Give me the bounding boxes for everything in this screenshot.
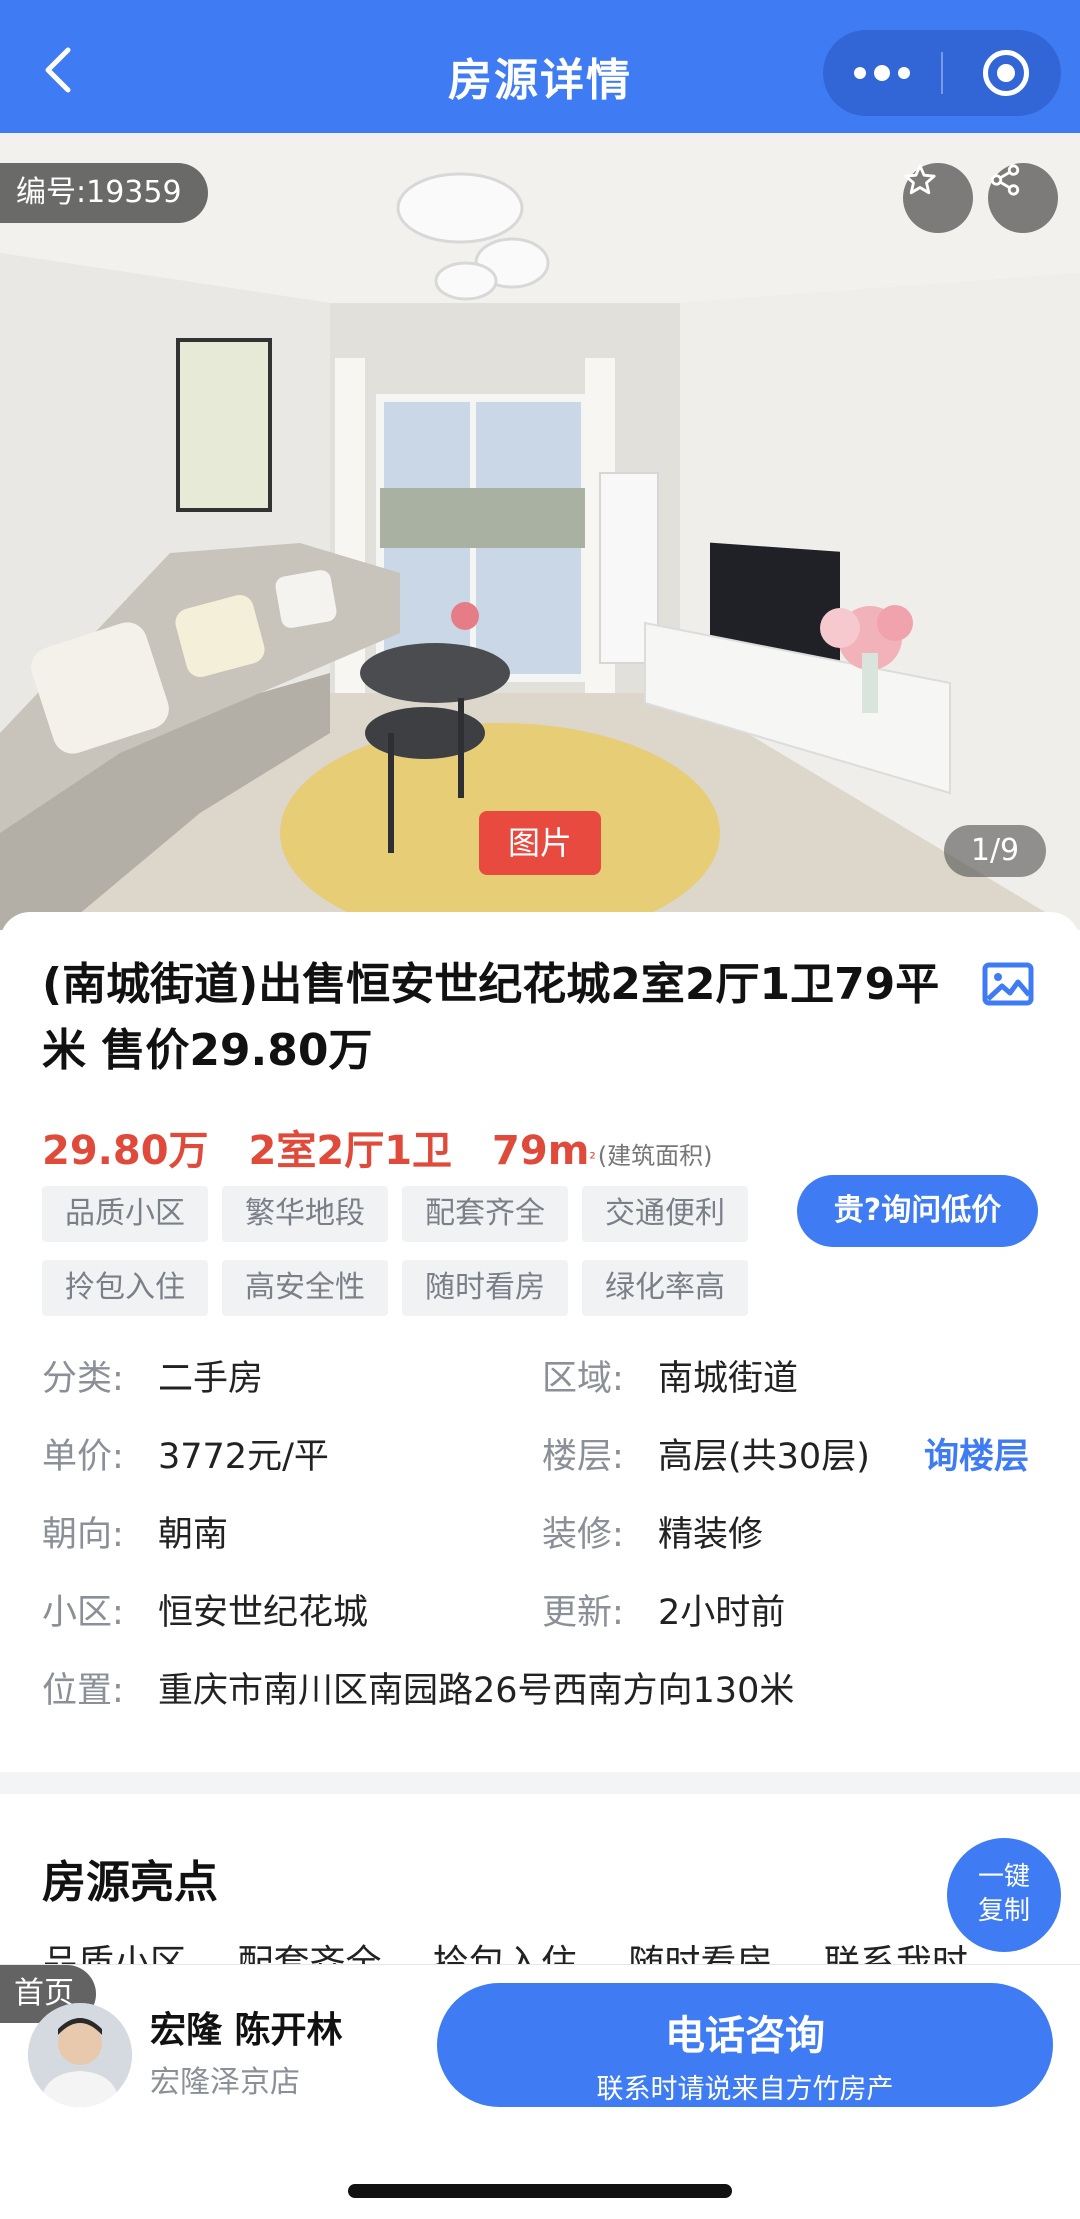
share-button[interactable] [988, 163, 1058, 233]
contact-bar: 首页 宏隆 陈开林 宏隆泽京店 电话咨询 联系时请说来自方竹房产 [0, 1964, 1080, 2219]
one-click-copy-button[interactable]: 一键复制 [947, 1838, 1061, 1952]
agent-avatar[interactable] [28, 2003, 132, 2107]
area-note: (建筑面积) [597, 1142, 713, 1170]
detail-row: 小区: 恒安世纪花城 更新: 2小时前 [42, 1588, 1042, 1666]
feature-tag: 品质小区 [42, 1186, 208, 1242]
capsule-divider [941, 52, 943, 94]
listing-photo[interactable]: 编号:19359 图片 1/9 [0, 133, 1080, 930]
nav-bar: 房源详情 [0, 0, 1080, 133]
updated-label: 更新: [542, 1593, 624, 1633]
location-value: 重庆市南川区南园路26号西南方向130米 [158, 1671, 795, 1711]
image-gallery-icon[interactable] [982, 962, 1034, 1006]
detail-row: 单价: 3772元/平 楼层: 高层(共30层) 询楼层 [42, 1432, 1042, 1510]
listing-id-badge: 编号:19359 [0, 163, 208, 223]
total-price: 29.80万 [42, 1128, 209, 1174]
updated-value: 2小时前 [658, 1593, 786, 1633]
feature-tag: 配套齐全 [402, 1186, 568, 1242]
unit-price-label: 单价: [42, 1437, 124, 1477]
highlight-item: 品质小区 [42, 1943, 187, 1964]
decoration-value: 精装修 [658, 1515, 764, 1555]
region-value: 南城街道 [658, 1359, 799, 1399]
community-value: 恒安世纪花城 [158, 1593, 369, 1633]
category-value: 二手房 [158, 1359, 264, 1399]
region-label: 区域: [542, 1359, 624, 1399]
feature-tags: 品质小区 繁华地段 配套齐全 交通便利 拎包入住 高安全性 随时看房 绿化率高 [42, 1186, 762, 1316]
feature-tag: 繁华地段 [222, 1186, 388, 1242]
feature-tag: 绿化率高 [582, 1260, 748, 1316]
close-program-button[interactable] [983, 50, 1029, 96]
decoration-label: 装修: [542, 1515, 624, 1555]
phone-consult-button[interactable]: 电话咨询 联系时请说来自方竹房产 [437, 1983, 1053, 2107]
floor-value: 高层(共30层) [658, 1437, 870, 1477]
feature-tag: 拎包入住 [42, 1260, 208, 1316]
feature-tag: 随时看房 [402, 1260, 568, 1316]
call-button-note: 联系时请说来自方竹房产 [596, 2074, 894, 2105]
share-icon [990, 164, 1020, 196]
home-indicator [348, 2184, 732, 2198]
floor-label: 楼层: [542, 1437, 624, 1477]
agent-store: 宏隆泽京店 [150, 2065, 300, 2100]
detail-row: 朝向: 朝南 装修: 精装修 [42, 1510, 1042, 1588]
person-avatar-icon [28, 2003, 132, 2107]
price-summary: 29.80万 2室2厅1卫 79m ² (建筑面积) [42, 1118, 713, 1174]
feature-tag: 高安全性 [222, 1260, 388, 1316]
feature-tag: 交通便利 [582, 1186, 748, 1242]
highlight-item: 配套齐全 [237, 1943, 382, 1964]
detail-row: 位置: 重庆市南川区南园路26号西南方向130米 [42, 1666, 1042, 1744]
room-layout: 2室2厅1卫 [248, 1128, 453, 1174]
highlight-item: 随时看房 [628, 1943, 773, 1964]
highlights-list: 品质小区 配套齐全 拎包入住 随时看房 联系我时 [42, 1934, 1042, 1964]
listing-info-card: (南城街道)出售恒安世纪花城2室2厅1卫79平米 售价29.80万 29.80万… [0, 912, 1080, 1772]
orientation-value: 朝南 [158, 1515, 229, 1555]
call-button-label: 电话咨询 [665, 2013, 825, 2059]
photo-counter: 1/9 [944, 825, 1046, 877]
category-label: 分类: [42, 1359, 124, 1399]
ask-lower-price-button[interactable]: 贵?询问低价 [797, 1175, 1038, 1247]
property-details: 分类: 二手房 区域: 南城街道 单价: 3772元/平 楼层: 高层(共30层… [42, 1354, 1042, 1744]
copy-button-label: 一键复制 [977, 1862, 1030, 1926]
highlight-item: 拎包入住 [432, 1943, 577, 1964]
listing-title: (南城街道)出售恒安世纪花城2室2厅1卫79平米 售价29.80万 [42, 959, 940, 1076]
more-button[interactable] [823, 30, 941, 116]
orientation-label: 朝向: [42, 1515, 124, 1555]
agent-name: 宏隆 陈开林 [150, 2010, 343, 2051]
area-unit-sup: ² [589, 1149, 596, 1168]
location-label: 位置: [42, 1671, 124, 1711]
favorite-button[interactable] [903, 163, 973, 233]
highlights-title: 房源亮点 [42, 1857, 218, 1908]
community-label: 小区: [42, 1593, 124, 1633]
star-icon [904, 164, 936, 195]
detail-row: 分类: 二手房 区域: 南城街道 [42, 1354, 1042, 1432]
section-divider [0, 1772, 1080, 1794]
photo-type-tab[interactable]: 图片 [479, 811, 601, 875]
highlight-item: 联系我时 [823, 1943, 968, 1964]
mini-program-capsule [823, 30, 1061, 116]
unit-price-value: 3772元/平 [158, 1437, 329, 1477]
ask-floor-link[interactable]: 询楼层 [924, 1432, 1029, 1482]
floor-area: 79m [492, 1128, 590, 1174]
